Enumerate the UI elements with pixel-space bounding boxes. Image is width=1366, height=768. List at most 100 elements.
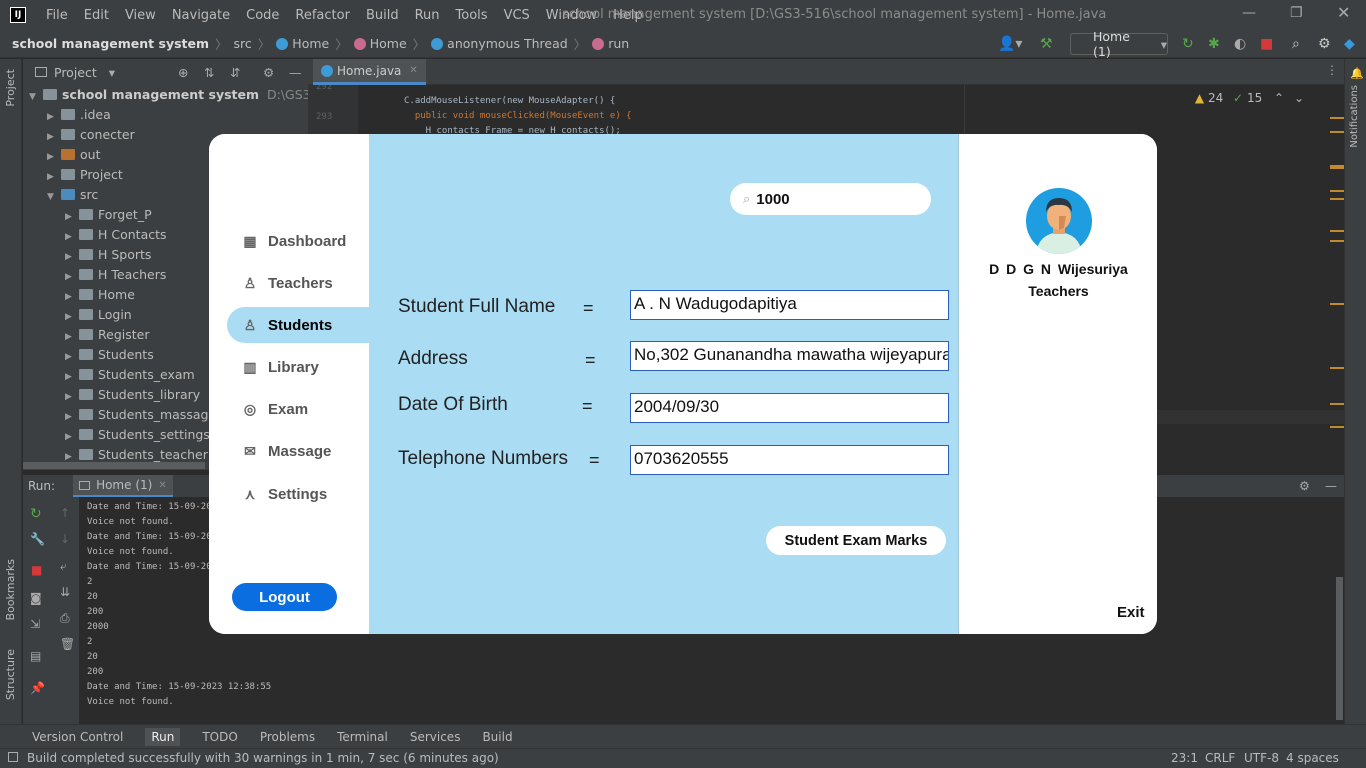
warning-stripe[interactable] [1330, 230, 1344, 242]
locate-icon[interactable]: ⊕ [178, 65, 188, 80]
gear-icon[interactable]: ⚙ [263, 65, 274, 80]
tree-item-package[interactable]: ▶ H Teachers [65, 265, 166, 285]
inspection-widget[interactable]: ▲ 24 ✓ 15 ⌃ ⌄ [1195, 91, 1304, 105]
menu-edit[interactable]: Edit [84, 8, 109, 23]
tool-build[interactable]: Build [482, 730, 512, 744]
close-tab-icon[interactable]: ✕ [409, 65, 417, 76]
nav-massage[interactable]: ✉ Massage [209, 433, 369, 469]
tree-item-package[interactable]: ▶ Register [65, 325, 149, 345]
gear-icon[interactable]: ⚙ [1318, 36, 1331, 52]
down-icon[interactable]: ↓ [60, 532, 70, 546]
nav-students[interactable]: ♙ Students [227, 307, 387, 343]
horizontal-scrollbar[interactable] [23, 462, 205, 469]
tool-version-control[interactable]: Version Control [32, 730, 123, 744]
print-icon[interactable]: ⎙ [60, 611, 70, 626]
trash-icon[interactable]: 🗑 [60, 637, 75, 651]
breadcrumb-run[interactable]: run [608, 36, 629, 51]
tree-item-package[interactable]: ▶ Students [65, 345, 154, 365]
warning-stripe[interactable] [1330, 190, 1344, 200]
tool-terminal[interactable]: Terminal [337, 730, 388, 744]
warning-stripe[interactable] [1330, 131, 1344, 133]
status-message[interactable]: Build completed successfully with 30 war… [27, 751, 499, 765]
tree-item-root[interactable]: ▼school management system D:\GS3-516\sch [29, 85, 308, 105]
chevron-down-icon[interactable]: ⌄ [1294, 91, 1304, 105]
tab-home-java[interactable]: Home.java ✕ [313, 59, 426, 85]
tree-item-package[interactable]: ▶ H Contacts [65, 225, 167, 245]
search-field[interactable]: ⌕ 1000 [730, 183, 931, 215]
tree-item-conecter[interactable]: ▶ conecter [47, 125, 135, 145]
project-tool-tab[interactable]: Project [4, 69, 17, 107]
breadcrumb-thread[interactable]: anonymous Thread [447, 36, 568, 51]
menu-file[interactable]: File [46, 8, 68, 23]
full-name-field[interactable]: A . N Wadugodapitiya [630, 290, 949, 320]
search-icon[interactable]: ⌕ [1292, 36, 1300, 52]
debug-icon[interactable]: ✱ [1208, 36, 1220, 52]
nav-dashboard[interactable]: ▦ Dashboard [209, 223, 369, 259]
menu-navigate[interactable]: Navigate [172, 8, 230, 23]
scroll-end-icon[interactable]: ⇊ [60, 585, 70, 599]
line-separator[interactable]: CRLF [1205, 751, 1235, 765]
rerun-icon[interactable]: ↻ [1182, 36, 1194, 52]
nav-settings[interactable]: ⋏ Settings [209, 476, 369, 512]
more-icon[interactable]: ⋮ [1326, 63, 1338, 77]
tree-item-package[interactable]: ▶ Forget_P [65, 205, 152, 225]
coverage-icon[interactable]: ◐ [1234, 36, 1246, 52]
breadcrumb-src[interactable]: src [234, 36, 252, 51]
address-field[interactable]: No,302 Gunanandha mawatha wijeyapura [630, 341, 949, 371]
collapse-all-icon[interactable]: ⇵ [230, 65, 240, 80]
run-tab[interactable]: Home (1) ✕ [73, 475, 173, 497]
pin-icon[interactable]: 📌 [30, 681, 45, 695]
caret-position[interactable]: 23:1 [1171, 751, 1198, 765]
date-of-birth-field[interactable]: 2004/09/30 [630, 393, 949, 423]
expand-all-icon[interactable]: ⇅ [204, 65, 214, 80]
build-hammer-icon[interactable]: ⚒ [1040, 36, 1053, 52]
rerun-icon[interactable]: ↻ [30, 506, 42, 522]
nav-exam[interactable]: ◎ Exam [209, 391, 369, 427]
vertical-scrollbar[interactable] [1336, 577, 1343, 720]
tree-item-package[interactable]: ▶ Students_massage [65, 405, 216, 425]
tree-item-idea[interactable]: ▶ .idea [47, 105, 111, 125]
stop-icon[interactable]: ■ [1260, 36, 1273, 52]
nav-teachers[interactable]: ♙ Teachers [209, 265, 369, 301]
warning-stripe[interactable] [1330, 165, 1344, 169]
structure-tool-tab[interactable]: Structure [4, 649, 17, 700]
status-toggle-icon[interactable] [8, 752, 18, 762]
menu-build[interactable]: Build [366, 8, 399, 23]
menu-view[interactable]: View [125, 8, 156, 23]
tree-item-package[interactable]: ▶ Students_library [65, 385, 200, 405]
wrench-icon[interactable]: 🔧 [30, 532, 45, 546]
telephone-field[interactable]: 0703620555 [630, 445, 949, 475]
tool-problems[interactable]: Problems [260, 730, 315, 744]
tree-item-project[interactable]: ▶ Project [47, 165, 123, 185]
camera-icon[interactable]: ◙ [30, 591, 42, 605]
chevron-down-icon[interactable]: ▾ [109, 65, 115, 80]
chevron-up-icon[interactable]: ⌃ [1274, 91, 1284, 105]
tree-item-package[interactable]: ▶ Login [65, 305, 132, 325]
menu-code[interactable]: Code [246, 8, 279, 23]
user-icon[interactable]: 👤▾ [998, 36, 1022, 52]
warning-stripe[interactable] [1330, 367, 1344, 405]
breadcrumb-project[interactable]: school management system [12, 36, 209, 51]
close-icon[interactable]: ✕ [1337, 3, 1350, 22]
exit-icon[interactable]: ⇲ [30, 617, 40, 631]
restore-icon[interactable]: ❐ [1290, 5, 1303, 21]
menu-run[interactable]: Run [415, 8, 440, 23]
plugin-icon[interactable]: ◆ [1344, 36, 1355, 52]
bell-icon[interactable]: 🔔 [1350, 67, 1364, 80]
warning-stripe[interactable] [1330, 117, 1344, 119]
minimize-icon[interactable]: — [1242, 5, 1256, 21]
up-icon[interactable]: ↑ [60, 506, 70, 520]
tree-item-package[interactable]: ▶ Students_exam [65, 365, 195, 385]
menu-refactor[interactable]: Refactor [295, 8, 350, 23]
menu-vcs[interactable]: VCS [504, 8, 530, 23]
tree-item-src[interactable]: ▼ src [47, 185, 98, 205]
gear-icon[interactable]: ⚙ [1299, 479, 1310, 493]
exit-button[interactable]: Exit [1117, 604, 1145, 621]
notifications-tool-tab[interactable]: Notifications [1349, 85, 1360, 148]
student-exam-marks-button[interactable]: Student Exam Marks [766, 526, 946, 555]
tree-item-package[interactable]: ▶ H Sports [65, 245, 151, 265]
hide-icon[interactable]: — [289, 65, 302, 80]
menu-tools[interactable]: Tools [456, 8, 488, 23]
bookmarks-tool-tab[interactable]: Bookmarks [4, 559, 17, 620]
hide-icon[interactable]: — [1325, 479, 1337, 493]
